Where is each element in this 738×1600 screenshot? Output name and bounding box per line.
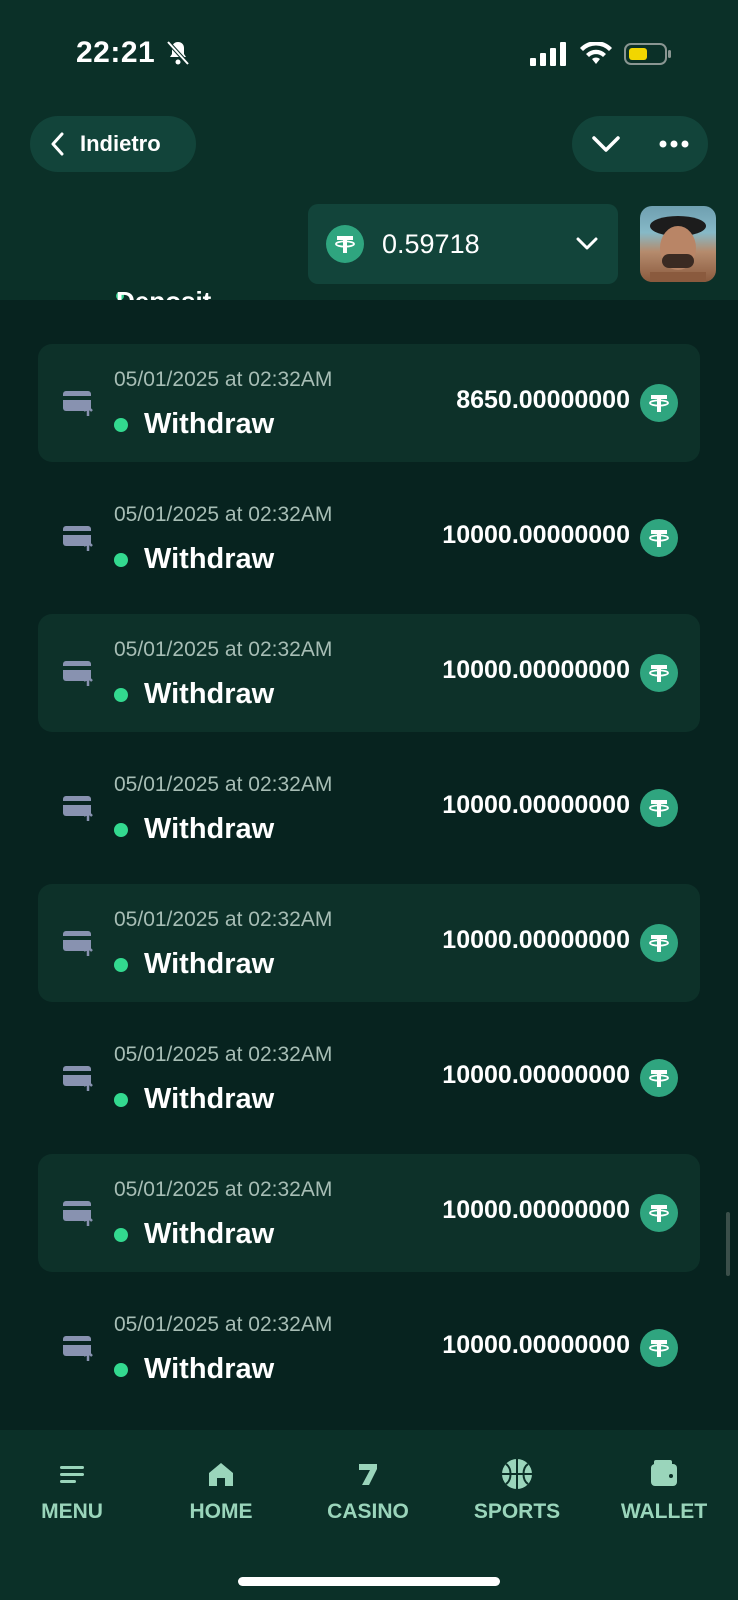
chevron-left-icon	[51, 132, 64, 156]
bottom-tab-bar: MENU HOME CASINO SPORTS WALLET	[0, 1430, 738, 1600]
status-dot	[114, 823, 128, 837]
transaction-row[interactable]: 05/01/2025 at 02:32AM Withdraw 10000.000…	[38, 749, 700, 867]
transaction-date: 05/01/2025 at 02:32AM	[114, 908, 333, 931]
tab-wallet[interactable]: WALLET	[604, 1456, 724, 1536]
tether-icon	[640, 519, 678, 557]
transaction-row[interactable]: 05/01/2025 at 02:32AM Withdraw 10000.000…	[38, 614, 700, 732]
tab-label: SPORTS	[473, 1500, 561, 1523]
transaction-amount: 10000.00000000	[442, 1196, 630, 1224]
tether-icon	[640, 384, 678, 422]
transaction-date: 05/01/2025 at 02:32AM	[114, 1313, 333, 1336]
wifi-icon	[580, 42, 612, 64]
transaction-type: Withdraw	[144, 813, 275, 845]
status-dot	[114, 418, 128, 432]
more-icon[interactable]	[658, 139, 690, 149]
tether-icon	[640, 789, 678, 827]
withdraw-card-icon	[63, 796, 93, 821]
tab-menu[interactable]: MENU	[12, 1456, 132, 1536]
balance-selector[interactable]: 0.59718	[308, 204, 618, 284]
scrollbar[interactable]	[726, 1212, 730, 1276]
status-dot	[114, 1093, 128, 1107]
transaction-type: Withdraw	[144, 1083, 275, 1115]
transaction-row[interactable]: 05/01/2025 at 02:32AM Withdraw 10000.000…	[38, 1019, 700, 1137]
transaction-amount: 10000.00000000	[442, 1331, 630, 1359]
withdraw-card-icon	[63, 1201, 93, 1226]
transaction-date: 05/01/2025 at 02:32AM	[114, 1178, 333, 1201]
transaction-row[interactable]: 05/01/2025 at 02:32AM Withdraw 8650.0000…	[38, 344, 700, 462]
chevron-down-icon[interactable]	[591, 134, 621, 154]
battery-icon	[624, 43, 671, 65]
transaction-amount: 10000.00000000	[442, 1061, 630, 1089]
transaction-amount: 10000.00000000	[442, 656, 630, 684]
transaction-type: Withdraw	[144, 948, 275, 980]
header: 22:21 Indietro 0.59718	[0, 0, 738, 300]
tether-icon	[640, 924, 678, 962]
status-dot	[114, 1228, 128, 1242]
transaction-type: Withdraw	[144, 543, 275, 575]
transaction-row[interactable]: 05/01/2025 at 02:32AM Withdraw 10000.000…	[38, 884, 700, 1002]
transaction-row[interactable]: 05/01/2025 at 02:32AM Withdraw 10000.000…	[38, 1289, 700, 1407]
tether-icon	[326, 225, 364, 263]
transaction-amount: 8650.00000000	[456, 386, 630, 414]
withdraw-card-icon	[63, 1066, 93, 1091]
tab-sports[interactable]: SPORTS	[457, 1456, 577, 1536]
transaction-date: 05/01/2025 at 02:32AM	[114, 503, 333, 526]
transaction-type: Withdraw	[144, 1218, 275, 1250]
tab-casino[interactable]: CASINO	[308, 1456, 428, 1536]
transaction-date: 05/01/2025 at 02:32AM	[114, 773, 333, 796]
withdraw-card-icon	[63, 931, 93, 956]
tab-label: CASINO	[327, 1500, 409, 1523]
back-button[interactable]: Indietro	[30, 116, 196, 172]
bell-muted-icon	[166, 40, 190, 66]
tab-label: WALLET	[620, 1500, 708, 1523]
tether-icon	[640, 1059, 678, 1097]
status-dot	[114, 1363, 128, 1377]
transaction-amount: 10000.00000000	[442, 521, 630, 549]
home-icon	[209, 1463, 233, 1486]
menu-icon	[60, 1466, 84, 1483]
balance-amount: 0.59718	[382, 228, 480, 259]
withdraw-card-icon	[63, 526, 93, 551]
transaction-type: Withdraw	[144, 678, 275, 710]
back-label: Indietro	[80, 131, 161, 156]
tether-icon	[640, 654, 678, 692]
transaction-row[interactable]: 05/01/2025 at 02:32AM Withdraw 10000.000…	[38, 1154, 700, 1272]
transaction-amount: 10000.00000000	[442, 926, 630, 954]
casino-icon	[359, 1464, 377, 1485]
tether-icon	[640, 1329, 678, 1367]
transaction-row[interactable]: 05/01/2025 at 02:32AM Withdraw 10000.000…	[38, 479, 700, 597]
status-dot	[114, 958, 128, 972]
tab-label: MENU	[41, 1500, 103, 1523]
status-time: 22:21	[76, 36, 156, 69]
withdraw-card-icon	[63, 661, 93, 686]
avatar[interactable]	[640, 206, 716, 282]
transaction-type: Withdraw	[144, 1353, 275, 1385]
partial-transaction-type: Deposit	[116, 284, 211, 300]
chevron-down-icon	[576, 237, 598, 250]
transaction-date: 05/01/2025 at 02:32AM	[114, 638, 333, 661]
transaction-date: 05/01/2025 at 02:32AM	[114, 1043, 333, 1066]
tether-icon	[640, 1194, 678, 1232]
status-dot	[114, 553, 128, 567]
transaction-amount: 10000.00000000	[442, 791, 630, 819]
tab-home[interactable]: HOME	[161, 1456, 281, 1536]
wallet-icon	[651, 1460, 677, 1486]
status-dot	[114, 688, 128, 702]
transaction-date: 05/01/2025 at 02:32AM	[114, 368, 333, 391]
tab-label: HOME	[189, 1500, 253, 1523]
withdraw-card-icon	[63, 1336, 93, 1361]
browser-actions	[572, 116, 708, 172]
home-indicator	[238, 1577, 500, 1586]
transaction-type: Withdraw	[144, 408, 275, 440]
withdraw-card-icon	[63, 391, 93, 416]
sports-icon	[502, 1459, 532, 1489]
cellular-signal-icon	[530, 42, 566, 66]
